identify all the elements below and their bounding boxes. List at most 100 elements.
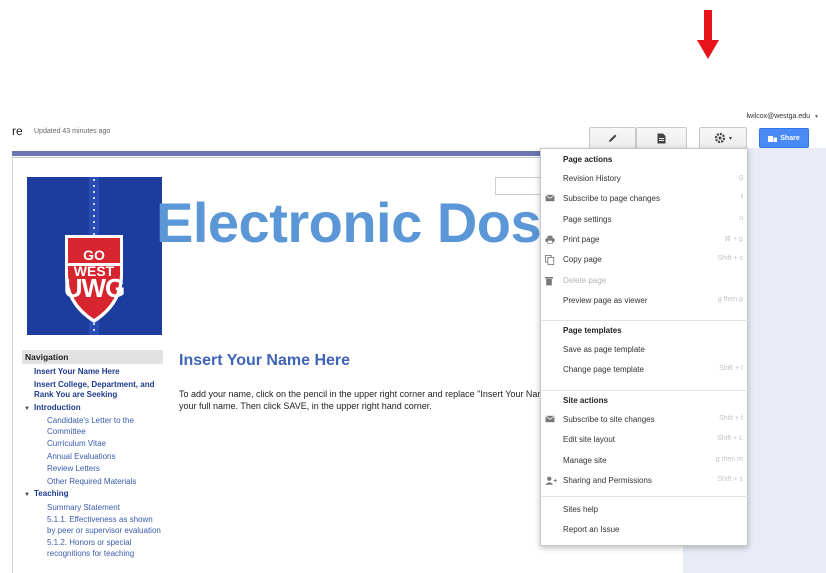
menu-item-label: Change page template: [563, 365, 644, 375]
nav-item[interactable]: Insert College, Department, and Rank You…: [22, 380, 163, 401]
menu-item-label: Edit site layout: [563, 435, 616, 445]
menu-item-label: Manage site: [563, 455, 607, 465]
menu-item-edit-site-layout[interactable]: Edit site layout Shift + L: [541, 432, 749, 448]
nav-item-label: Teaching: [34, 489, 69, 498]
body-line-1: To add your name, click on the pencil in…: [179, 389, 541, 399]
page-body-text: To add your name, click on the pencil in…: [179, 388, 541, 412]
menu-item-shortcut: Shift + L: [717, 435, 743, 443]
menu-item-copy-page[interactable]: Copy page Shift + c: [541, 252, 749, 268]
menu-item-label: Copy page: [563, 255, 602, 265]
nav-item[interactable]: ▼ Introduction: [22, 403, 163, 415]
site-header-bar: [12, 151, 540, 156]
nav-item-label: 5.1.1. Effectiveness as shown by peer or…: [47, 515, 161, 535]
gear-icon: [714, 132, 726, 144]
menu-item-shortcut: g: [739, 174, 743, 181]
menu-item-manage-site[interactable]: Manage site g then m: [541, 453, 749, 469]
menu-item-label: Save as page template: [563, 345, 645, 354]
mail-icon: [545, 415, 557, 425]
menu-item-shortcut: g then p: [717, 295, 743, 303]
body-line-2: your full name. Then click SAVE, in the …: [179, 401, 432, 411]
new-page-button[interactable]: [636, 127, 687, 149]
menu-item-label: Report an Issue: [563, 525, 620, 535]
nav-item-label: Summary Statement: [47, 502, 120, 512]
menu-item-label: Preview page as viewer: [563, 295, 648, 305]
site-frame-border: [12, 158, 13, 573]
pencil-icon: [608, 134, 616, 142]
menu-item-revision-history[interactable]: Revision History g: [541, 171, 749, 187]
navigation-list: Insert Your Name Here Insert College, Dep…: [22, 367, 163, 559]
nav-item[interactable]: Annual Evaluations: [22, 452, 163, 463]
navigation-header: Navigation: [22, 350, 163, 364]
nav-item-label: Introduction: [34, 402, 81, 412]
menu-item-delete-page: Delete page: [541, 273, 749, 289]
nav-item[interactable]: 5.1.1. Effectiveness as shown by peer or…: [22, 515, 163, 536]
collapse-caret-icon[interactable]: ▼: [24, 404, 34, 415]
page-heading: Insert Your Name Here: [179, 352, 351, 369]
share-button[interactable]: Share: [759, 128, 809, 148]
uwg-logo: GO WEST UWG: [27, 177, 162, 335]
nav-item[interactable]: ▼ Teaching: [22, 489, 163, 501]
nav-item-label: Insert College, Department, and Rank You…: [34, 379, 155, 400]
nav-item-label: Review Letters: [47, 464, 100, 473]
menu-section-heading: Page templates: [563, 326, 622, 335]
menu-item-report-an-issue[interactable]: Report an Issue: [541, 522, 749, 538]
site-title-fragment[interactable]: re: [12, 124, 23, 138]
mail-icon: [545, 194, 557, 204]
nav-item[interactable]: 5.1.2. Honors or special recognitions fo…: [22, 538, 163, 559]
share-label: Share: [780, 134, 800, 142]
site-banner-title: Electronic Dossier: [156, 191, 542, 254]
menu-item-print-page[interactable]: Print page ⌘ + p: [541, 232, 749, 248]
menu-item-subscribe-to-site-changes[interactable]: Subscribe to site changes Shift + f: [541, 412, 749, 428]
nav-item[interactable]: Other Required Materials: [22, 477, 163, 488]
more-actions-button[interactable]: ▾: [699, 127, 747, 149]
navigation-panel: Navigation Insert Your Name Here Insert C…: [22, 350, 163, 573]
menu-separator: [541, 496, 749, 497]
edit-page-button[interactable]: [589, 127, 636, 149]
print-icon: [545, 235, 557, 245]
collapse-caret-icon[interactable]: ▼: [24, 490, 34, 501]
menu-item-label: Page settings: [563, 214, 612, 224]
menu-item-subscribe-to-page-changes[interactable]: Subscribe to page changes f: [541, 191, 749, 207]
user-email[interactable]: lwilcox@westga.edu ▾: [747, 113, 819, 120]
menu-section-heading: Page actions: [563, 155, 613, 164]
menu-separator: [541, 390, 749, 391]
nav-item-label: Other Required Materials: [47, 476, 137, 486]
menu-item-shortcut: Shift + s: [717, 475, 743, 483]
share-people-icon: [768, 135, 778, 142]
annotation-arrow-icon: [697, 10, 719, 59]
nav-item-label: 5.1.2. Honors or special recognitions fo…: [47, 538, 135, 558]
menu-item-label: Print page: [563, 234, 600, 244]
chevron-down-icon: ▾: [728, 135, 732, 142]
menu-item-shortcut: Shift + c: [717, 255, 743, 263]
menu-item-shortcut: ⌘ + p: [724, 235, 743, 243]
nav-item[interactable]: Summary Statement: [22, 503, 163, 514]
menu-item-label: Subscribe to page changes: [563, 194, 660, 204]
menu-section-heading: Site actions: [563, 396, 608, 405]
menu-item-shortcut: f: [741, 194, 743, 202]
menu-item-label: Subscribe to site changes: [563, 415, 655, 424]
menu-item-shortcut: Shift + t: [719, 365, 743, 373]
menu-item-save-as-page-template[interactable]: Save as page template: [541, 342, 749, 358]
menu-item-page-settings[interactable]: Page settings u: [541, 212, 749, 228]
nav-item-label: Curriculum Vitae: [47, 439, 106, 448]
menu-item-label: Revision History: [563, 174, 621, 183]
new-page-icon: [657, 133, 666, 143]
menu-item-sites-help[interactable]: Sites help: [541, 502, 749, 518]
more-actions-menu: Page actions Revision History g Subscribe t…: [540, 148, 749, 546]
menu-separator: [541, 320, 749, 321]
nav-item[interactable]: Curriculum Vitae: [22, 439, 163, 450]
menu-item-change-page-template[interactable]: Change page template Shift + t: [541, 362, 749, 378]
menu-item-preview-page-as-viewer[interactable]: Preview page as viewer g then p: [541, 293, 749, 309]
nav-item-label: Insert Your Name Here: [34, 367, 120, 376]
nav-item[interactable]: Review Letters: [22, 464, 163, 475]
menu-item-label: Sites help: [563, 505, 599, 514]
user-email-text: lwilcox@westga.edu: [746, 113, 811, 120]
chevron-down-icon: ▾: [814, 114, 818, 120]
menu-item-sharing-and-permissions[interactable]: Sharing and Permissions Shift + s: [541, 473, 749, 489]
trash-icon: [545, 276, 557, 286]
nav-item[interactable]: Candidate's Letter to the Committee: [22, 416, 163, 437]
nav-item[interactable]: Insert Your Name Here: [22, 367, 163, 378]
menu-item-shortcut: u: [739, 214, 743, 222]
screenshot-root: lwilcox@westga.edu ▾ re Updated 43 minut…: [0, 0, 826, 573]
menu-item-shortcut: Shift + f: [719, 415, 743, 422]
